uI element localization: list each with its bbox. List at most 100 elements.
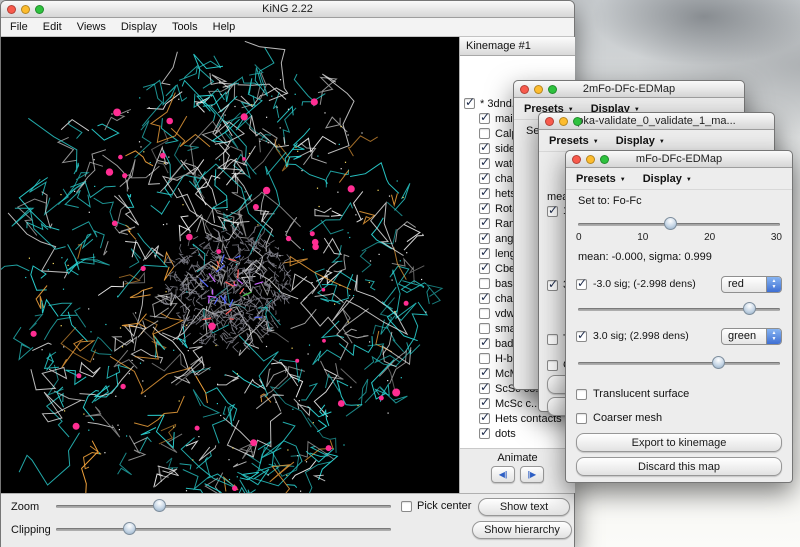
pos-contour-slider[interactable] [578,355,780,371]
close-button[interactable] [545,117,554,126]
graphics-canvas[interactable] [1,37,459,493]
window-controls [545,117,582,126]
tick-label: 20 [704,232,715,243]
group-checkbox[interactable] [479,338,490,349]
map-menubar: Presets▼ Display▼ [539,130,774,152]
pos-color-dropdown[interactable]: green ▲▼ [721,328,782,345]
group-checkbox[interactable] [479,233,490,244]
group-checkbox[interactable] [479,353,490,364]
translucent-checkbox[interactable] [547,334,558,345]
neg-contour-slider[interactable] [578,301,780,317]
menu-display[interactable]: Display [121,21,157,33]
menu-presets[interactable]: Presets▼ [549,135,599,147]
coarser-row: Coarser mesh [576,411,782,425]
window-controls [572,155,609,164]
menu-display[interactable]: Display▼ [643,173,692,185]
translucent-checkbox[interactable] [576,389,587,400]
group-checkbox[interactable] [479,278,490,289]
map-titlebar[interactable]: 2mFo-DFc-EDMap [514,81,744,98]
pos-slider-thumb[interactable] [712,356,725,369]
group-checkbox[interactable] [479,428,490,439]
group-checkbox[interactable] [479,293,490,304]
contour-checkbox[interactable] [547,280,558,291]
menu-caret-icon: ▼ [620,177,626,183]
coarser-mesh-checkbox[interactable] [576,413,587,424]
slider-track [578,362,780,365]
menu-caret-icon: ▼ [659,139,665,145]
zoom-button[interactable] [573,117,582,126]
king-window: KiNG 2.22 FileEditViewsDisplayToolsHelp … [0,0,575,547]
group-checkbox[interactable] [479,203,490,214]
clipping-slider-thumb[interactable] [123,522,136,535]
zoom-button[interactable] [35,5,44,14]
show-text-button[interactable]: Show text [478,498,570,516]
group-checkbox[interactable] [479,323,490,334]
group-label: dots [495,428,516,440]
map-titlebar[interactable]: pka-validate_0_validate_1_ma... [539,113,774,130]
minimize-button[interactable] [21,5,30,14]
clipping-slider[interactable] [56,521,391,537]
group-item[interactable]: dots [460,426,575,441]
menu-display[interactable]: Display▼ [616,135,665,147]
group-checkbox[interactable] [479,413,490,424]
neg-contour-checkbox[interactable] [576,279,587,290]
menu-views[interactable]: Views [77,21,106,33]
zoom-slider-thumb[interactable] [153,499,166,512]
close-button[interactable] [572,155,581,164]
discard-map-button[interactable]: Discard this map [576,457,782,476]
molecule-render [1,37,459,493]
menu-help[interactable]: Help [213,21,236,33]
zoom-button[interactable] [600,155,609,164]
group-checkbox[interactable] [479,128,490,139]
zoom-button[interactable] [548,85,557,94]
group-checkbox[interactable] [479,188,490,199]
close-button[interactable] [7,5,16,14]
show-hierarchy-button[interactable]: Show hierarchy [472,521,572,539]
menu-edit[interactable]: Edit [43,21,62,33]
group-checkbox[interactable] [479,383,490,394]
pick-center-checkbox[interactable] [401,501,412,512]
kinemage-tab[interactable]: Kinemage #1 [460,37,575,56]
group-checkbox[interactable] [479,218,490,229]
map-window-mfo-dfc: mFo-DFc-EDMap Presets▼ Display▼ Set to: F… [565,150,793,483]
pos-contour-checkbox[interactable] [576,331,587,342]
neg-color-dropdown[interactable]: red ▲▼ [721,276,782,293]
group-checkbox[interactable] [479,158,490,169]
group-checkbox[interactable] [479,263,490,274]
group-checkbox[interactable] [479,173,490,184]
zoom-slider[interactable] [56,498,391,514]
tick-label: 30 [771,232,782,243]
contour-checkbox[interactable] [547,206,558,217]
animate-next-button[interactable]: |▶ [520,466,544,483]
minimize-button[interactable] [534,85,543,94]
desktop-background: KiNG 2.22 FileEditViewsDisplayToolsHelp … [0,0,800,547]
minimize-button[interactable] [586,155,595,164]
set-to-label: Set to: Fo-Fc [566,190,792,210]
group-checkbox[interactable] [479,248,490,259]
menu-presets[interactable]: Presets▼ [576,173,626,185]
bottom-bar: Zoom Clipping Pick center Show text Show… [1,493,574,547]
map-titlebar[interactable]: mFo-DFc-EDMap [566,151,792,168]
translucent-row: Translucent surface [576,387,782,401]
menu-tools[interactable]: Tools [172,21,198,33]
neg-slider-thumb[interactable] [743,302,756,315]
animate-section: Animate ◀| |▶ [460,448,575,493]
group-checkbox[interactable] [479,368,490,379]
slider-track [578,223,780,226]
group-checkbox[interactable] [479,113,490,124]
minimize-button[interactable] [559,117,568,126]
level-slider[interactable] [578,216,780,232]
group-checkbox[interactable] [479,308,490,319]
group-checkbox[interactable] [464,98,475,109]
group-checkbox[interactable] [479,143,490,154]
dropdown-arrows-icon: ▲▼ [766,329,781,344]
king-titlebar[interactable]: KiNG 2.22 [1,1,574,18]
group-checkbox[interactable] [479,398,490,409]
animate-prev-button[interactable]: ◀| [491,466,515,483]
close-button[interactable] [520,85,529,94]
level-slider-thumb[interactable] [664,217,677,230]
menu-file[interactable]: File [10,21,28,33]
step-forward-icon: |▶ [528,470,536,479]
export-to-kinemage-button[interactable]: Export to kinemage [576,433,782,452]
coarser-checkbox[interactable] [547,360,558,371]
